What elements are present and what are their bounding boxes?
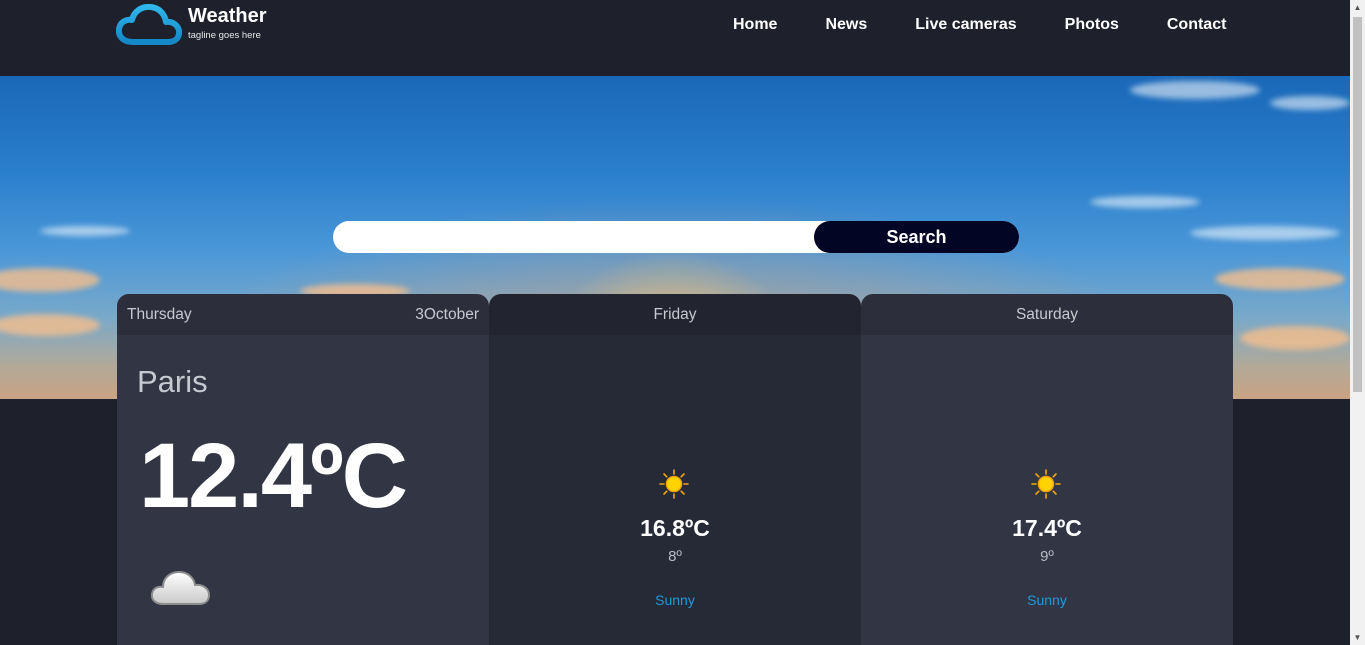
nav-photos[interactable]: Photos: [1041, 14, 1143, 36]
sky-cloud: [0, 314, 100, 336]
current-temperature: 12.4ºC: [139, 425, 408, 527]
forecast-day: Saturday 17.4ºC 9º Sunny: [861, 294, 1233, 645]
main-nav: Home News Live cameras Photos Contact: [709, 14, 1250, 36]
forecast-min-temp: 9º: [1040, 548, 1054, 565]
sun-icon: [659, 469, 689, 499]
sky-cloud: [0, 268, 100, 292]
nav-contact[interactable]: Contact: [1143, 14, 1251, 36]
forecast-condition: Sunny: [1027, 592, 1067, 608]
forecast-header: Thursday 3October: [117, 294, 489, 335]
scroll-up-arrow-icon[interactable]: ▲: [1350, 0, 1365, 15]
site-tagline: tagline goes here: [188, 29, 261, 41]
nav-news[interactable]: News: [801, 14, 891, 36]
scroll-down-arrow-icon[interactable]: ▼: [1350, 630, 1365, 645]
day-label: Friday: [653, 305, 697, 323]
search-button[interactable]: Search: [814, 221, 1019, 253]
forecast-header: Friday: [489, 294, 861, 335]
sun-icon: [1031, 469, 1061, 499]
date-label: 3October: [415, 305, 479, 323]
nav-home[interactable]: Home: [709, 14, 801, 36]
sky-cloud: [1090, 196, 1200, 208]
sky-cloud: [1215, 268, 1345, 290]
forecast-condition: Sunny: [655, 592, 695, 608]
page: Weather tagline goes here Home News Live…: [0, 0, 1350, 645]
forecast-day: Friday 16.8ºC 8º Sunny: [489, 294, 861, 645]
site-title: Weather: [188, 4, 267, 27]
search-input[interactable]: [333, 221, 823, 253]
sky-cloud: [1130, 81, 1260, 99]
location-label: Paris: [137, 364, 208, 399]
forecast-max-temp: 17.4ºC: [1012, 515, 1082, 541]
sky-cloud: [1270, 96, 1350, 110]
forecast-today: Thursday 3October Paris 12.4ºC: [117, 294, 489, 645]
day-label: Thursday: [127, 305, 192, 323]
forecast-min-temp: 8º: [668, 548, 682, 565]
logo[interactable]: Weather tagline goes here: [116, 4, 267, 46]
sky-cloud: [40, 226, 130, 236]
sky-cloud: [1240, 326, 1350, 350]
cloud-icon: [150, 570, 211, 605]
forecast-table: Thursday 3October Paris 12.4ºC Friday 16…: [117, 294, 1233, 645]
vertical-scrollbar[interactable]: ▲ ▼: [1350, 0, 1365, 645]
scrollbar-thumb[interactable]: [1353, 17, 1362, 392]
search-bar: Search: [333, 221, 1019, 253]
forecast-header: Saturday: [861, 294, 1233, 335]
forecast-max-temp: 16.8ºC: [640, 515, 710, 541]
site-header: Weather tagline goes here Home News Live…: [0, 0, 1350, 76]
nav-live-cameras[interactable]: Live cameras: [891, 14, 1040, 36]
cloud-logo-icon: [116, 4, 182, 45]
sky-cloud: [1190, 226, 1340, 240]
day-label: Saturday: [1015, 305, 1079, 323]
